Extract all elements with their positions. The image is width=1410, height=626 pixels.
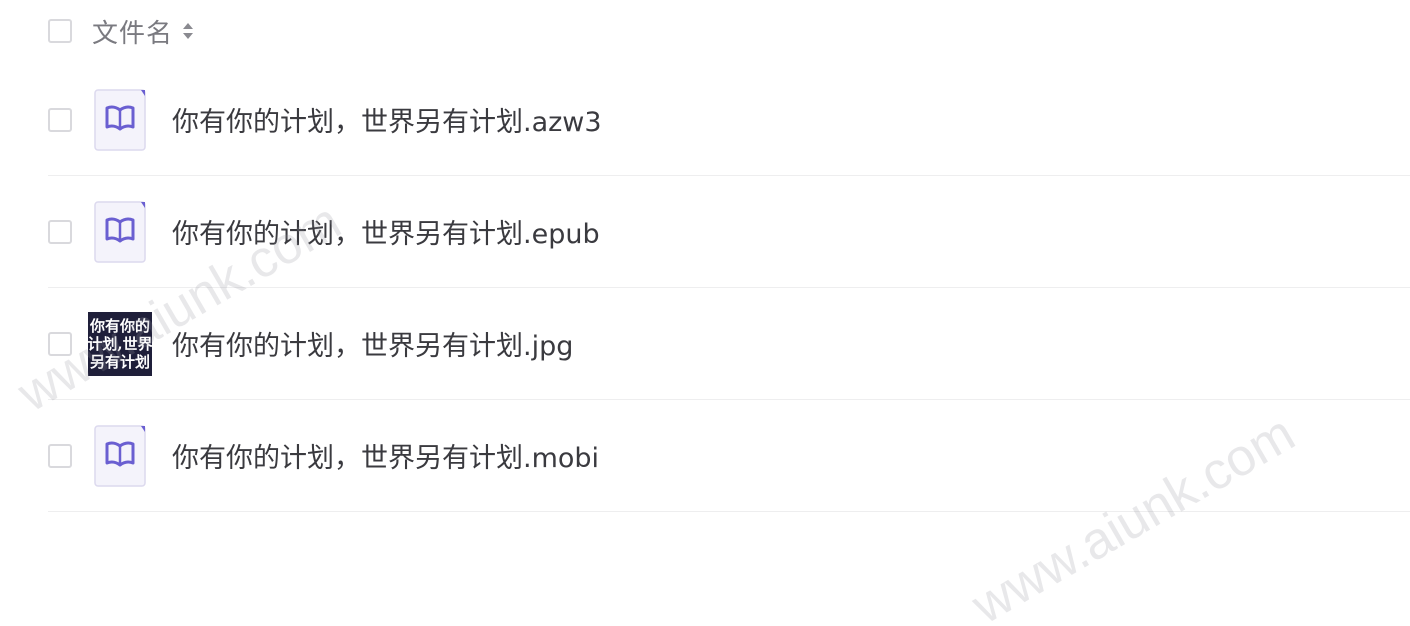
row-checkbox[interactable]: [48, 331, 72, 356]
thumbnail-text-line: 计划,世界: [88, 334, 152, 353]
select-all-checkbox[interactable]: [48, 19, 72, 43]
row-checkbox[interactable]: [48, 107, 72, 132]
file-row[interactable]: 你有你的计划，世界另有计划.azw3: [48, 64, 1410, 176]
file-name[interactable]: 你有你的计划，世界另有计划.mobi: [172, 436, 599, 475]
ebook-icon: [94, 200, 146, 263]
file-name[interactable]: 你有你的计划，世界另有计划.epub: [172, 212, 600, 251]
thumbnail-text-line: 你有你的: [89, 316, 150, 335]
file-list-page: 文件名 你有你的计划，世界另有计划.azw3 你有你的计划，世界另有计划.epu…: [0, 0, 1410, 626]
thumbnail-text-line: 另有计划: [89, 352, 150, 371]
sort-icon[interactable]: [181, 18, 195, 44]
row-checkbox[interactable]: [48, 443, 72, 468]
list-header: 文件名: [48, 0, 195, 62]
filename-column-header[interactable]: 文件名: [92, 13, 173, 50]
file-row[interactable]: 你有你的 计划,世界 另有计划 你有你的计划，世界另有计划.jpg: [48, 288, 1410, 400]
file-name[interactable]: 你有你的计划，世界另有计划.azw3: [172, 100, 602, 139]
file-name[interactable]: 你有你的计划，世界另有计划.jpg: [172, 324, 573, 363]
ebook-icon: [94, 88, 146, 151]
file-list: 你有你的计划，世界另有计划.azw3 你有你的计划，世界另有计划.epub 你有…: [48, 64, 1410, 512]
file-row[interactable]: 你有你的计划，世界另有计划.epub: [48, 176, 1410, 288]
file-row[interactable]: 你有你的计划，世界另有计划.mobi: [48, 400, 1410, 512]
row-checkbox[interactable]: [48, 219, 72, 244]
image-thumbnail: 你有你的 计划,世界 另有计划: [88, 311, 152, 376]
ebook-icon: [94, 424, 146, 487]
